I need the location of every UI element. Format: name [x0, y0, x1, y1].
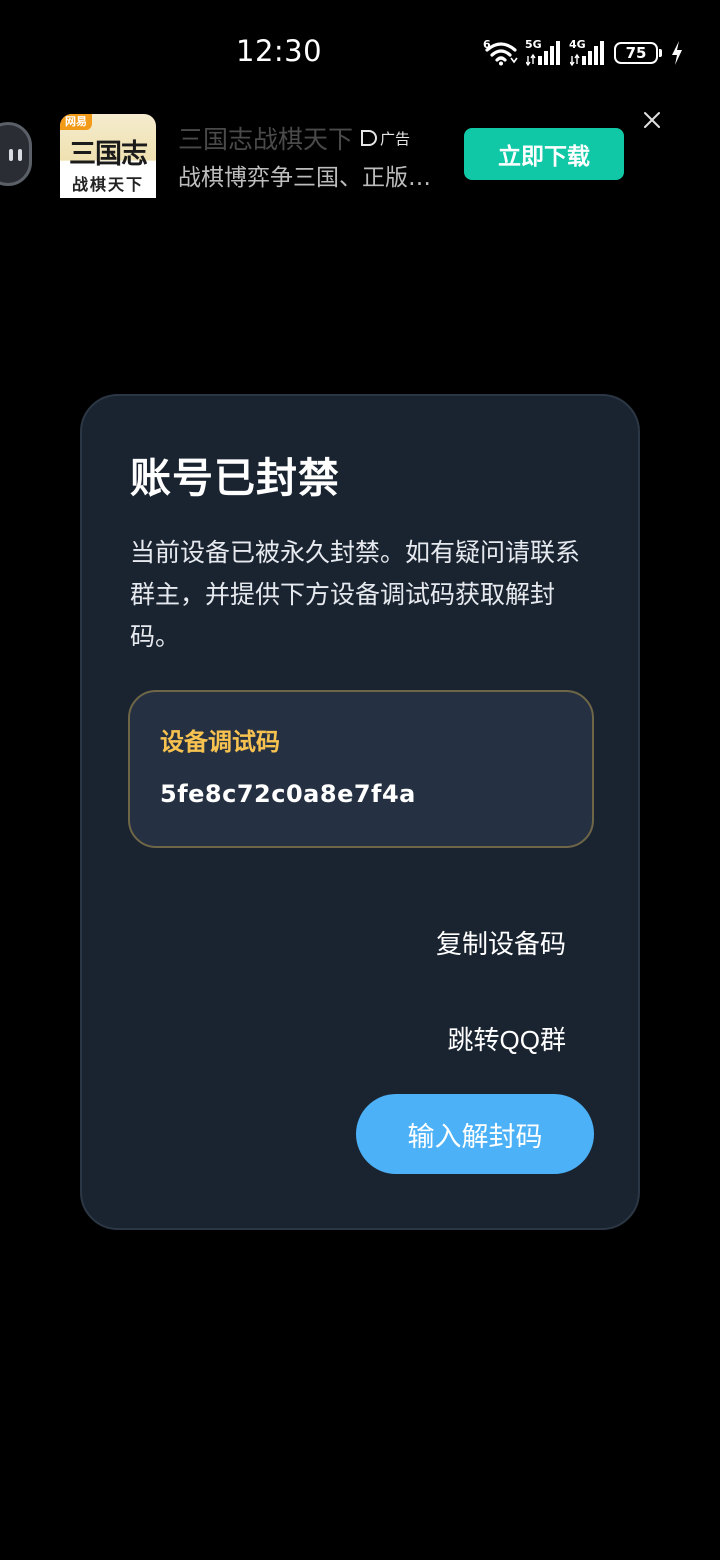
wifi-6-icon: 6 — [483, 38, 518, 66]
device-code-value[interactable]: 5fe8c72c0a8e7f4a — [160, 780, 416, 808]
wifi-label: 6 — [483, 38, 491, 51]
status-bar: 12:30 6 5G 4G 75 — [0, 0, 720, 106]
ad-title-row: 三国志战棋天下 广告 — [178, 120, 410, 156]
ad-banner[interactable]: 网易 三国志 战棋天下 三国志战棋天下 广告 战棋博弈争三国、正版… 立即下载 — [0, 108, 720, 200]
battery-level: 75 — [625, 44, 647, 62]
ban-dialog: 账号已封禁 当前设备已被永久封禁。如有疑问请联系群主，并提供下方设备调试码获取解… — [80, 394, 640, 1230]
charging-bolt-icon — [672, 41, 682, 65]
signal-5g-label: 5G — [525, 38, 542, 51]
copy-device-code-button[interactable]: 复制设备码 — [436, 924, 566, 961]
ad-close-button[interactable] — [640, 108, 664, 132]
status-time: 12:30 — [236, 34, 323, 68]
ad-badge-label: 广告 — [380, 129, 411, 148]
ad-download-button[interactable]: 立即下载 — [464, 128, 624, 180]
dialog-title: 账号已封禁 — [130, 454, 340, 502]
enter-unban-code-button[interactable]: 输入解封码 — [356, 1094, 594, 1174]
status-icons: 6 5G 4G 75 — [483, 38, 684, 68]
device-code-label: 设备调试码 — [160, 728, 280, 756]
signal-4g-icon: 4G — [569, 38, 606, 66]
ad-title[interactable]: 三国志战棋天下 — [178, 120, 353, 156]
ad-app-icon-title: 三国志 — [69, 139, 148, 170]
signal-5g-icon: 5G — [525, 38, 562, 66]
ad-app-icon-tag: 网易 — [60, 114, 92, 130]
signal-4g-label: 4G — [569, 38, 586, 51]
floating-assistant-icon[interactable] — [0, 122, 32, 186]
ad-badge-icon — [361, 130, 378, 146]
ad-description[interactable]: 战棋博弈争三国、正版… — [178, 158, 444, 192]
device-code-box: 设备调试码 5fe8c72c0a8e7f4a — [128, 690, 594, 848]
ad-app-icon-subtitle: 战棋天下 — [71, 175, 144, 194]
open-qq-group-button[interactable]: 跳转QQ群 — [448, 1020, 566, 1057]
ad-badge: 广告 — [361, 128, 410, 149]
dialog-message: 当前设备已被永久封禁。如有疑问请联系群主，并提供下方设备调试码获取解封码。 — [130, 538, 581, 651]
battery-icon: 75 — [614, 42, 662, 64]
ad-app-icon[interactable]: 网易 三国志 战棋天下 — [60, 114, 156, 198]
close-icon — [644, 112, 660, 128]
